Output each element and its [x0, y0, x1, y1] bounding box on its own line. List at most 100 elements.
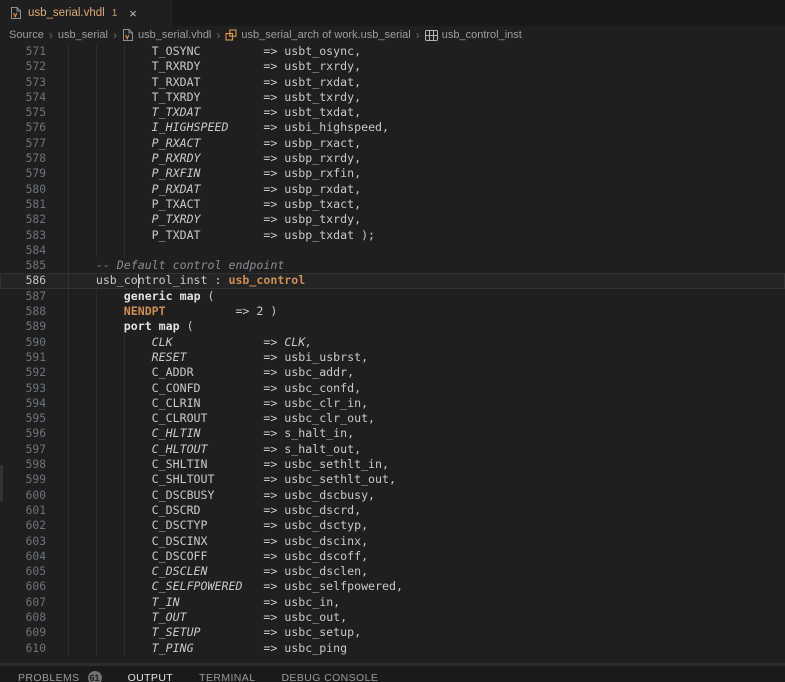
code-line[interactable]: 588 NENDPT => 2 ) [0, 304, 785, 319]
code-line[interactable]: 606 C_SELFPOWERED => usbc_selfpowered, [0, 579, 785, 594]
code-text: P_TXDAT => usbp_txdat ); [40, 228, 375, 243]
breadcrumb-item-usb-serial[interactable]: usb_serial [58, 29, 108, 41]
chevron-right-icon: › [411, 28, 425, 42]
code-line[interactable]: 604 C_DSCOFF => usbc_dscoff, [0, 549, 785, 564]
breadcrumb-label: Source [9, 29, 44, 41]
code-text: C_DSCINX => usbc_dscinx, [40, 534, 368, 549]
code-line[interactable]: 575 T_TXDAT => usbt_txdat, [0, 105, 785, 120]
code-line[interactable]: 605 C_DSCLEN => usbc_dsclen, [0, 564, 785, 579]
code-text: RESET => usbi_usbrst, [40, 350, 368, 365]
breadcrumb-item-source[interactable]: Source [9, 29, 44, 41]
code-text: P_RXACT => usbp_rxact, [40, 136, 361, 151]
breadcrumb-item-usb-serial-arch-of-work-usb-serial[interactable]: usb_serial_arch of work.usb_serial [225, 29, 410, 41]
code-text: T_PING => usbc_ping [40, 641, 347, 656]
code-text: usb_control_inst : usb_control [40, 273, 305, 288]
code-line[interactable]: 578 P_RXRDY => usbp_rxrdy, [0, 151, 785, 166]
code-text: CLK => CLK, [40, 335, 312, 350]
code-line[interactable]: 590 CLK => CLK, [0, 335, 785, 350]
code-line[interactable]: 596 C_HLTIN => s_halt_in, [0, 426, 785, 441]
panel-tab-output[interactable]: OUTPUT [128, 670, 174, 682]
instance-icon [425, 30, 438, 41]
text-cursor [138, 274, 140, 288]
code-line[interactable]: 587 generic map ( [0, 289, 785, 304]
panel-tab-label: TERMINAL [199, 672, 255, 682]
code-text: T_SETUP => usbc_setup, [40, 625, 361, 640]
code-line[interactable]: 601 C_DSCRD => usbc_dscrd, [0, 503, 785, 518]
code-text: -- Default control endpoint [40, 258, 284, 273]
code-line[interactable]: 573 T_RXDAT => usbt_rxdat, [0, 75, 785, 90]
tab-usb-serial-vhdl[interactable]: usb_serial.vhdl 1 × [0, 0, 172, 26]
code-line[interactable]: 592 C_ADDR => usbc_addr, [0, 365, 785, 380]
breadcrumb-label: usb_serial [58, 29, 108, 41]
code-line[interactable]: 572 T_RXRDY => usbt_rxrdy, [0, 59, 785, 74]
code-text: T_RXRDY => usbt_rxrdy, [40, 59, 361, 74]
code-line[interactable]: 582 P_TXRDY => usbp_txrdy, [0, 212, 785, 227]
code-text: C_CLRIN => usbc_clr_in, [40, 396, 368, 411]
code-line[interactable]: 598 C_SHLTIN => usbc_sethlt_in, [0, 457, 785, 472]
code-text: P_RXRDY => usbp_rxrdy, [40, 151, 361, 166]
breadcrumb-label: usb_control_inst [442, 29, 522, 41]
code-text: T_IN => usbc_in, [40, 595, 340, 610]
panel-tab-label: PROBLEMS [18, 672, 80, 682]
line-number[interactable]: 584 [0, 243, 46, 258]
code-text: C_HLTOUT => s_halt_out, [40, 442, 361, 457]
vhdl-file-icon [10, 6, 22, 20]
problems-count-badge: 61 [88, 671, 102, 682]
chevron-right-icon: › [44, 28, 58, 42]
code-line[interactable]: 581 P_TXACT => usbp_txact, [0, 197, 785, 212]
chevron-right-icon: › [211, 28, 225, 42]
code-text: I_HIGHSPEED => usbi_highspeed, [40, 120, 389, 135]
breadcrumb-item-usb-serial-vhdl[interactable]: usb_serial.vhdl [122, 28, 211, 42]
panel-tab-problems[interactable]: PROBLEMS 61 [18, 670, 102, 682]
code-line[interactable]: 584 [0, 243, 785, 258]
code-line[interactable]: 585 -- Default control endpoint [0, 258, 785, 273]
code-line[interactable]: 577 P_RXACT => usbp_rxact, [0, 136, 785, 151]
breadcrumb-item-usb-control-inst[interactable]: usb_control_inst [425, 29, 522, 41]
code-line[interactable]: 593 C_CONFD => usbc_confd, [0, 381, 785, 396]
code-text: T_OSYNC => usbt_osync, [40, 44, 361, 59]
code-line[interactable]: 594 C_CLRIN => usbc_clr_in, [0, 396, 785, 411]
code-line[interactable]: 603 C_DSCINX => usbc_dscinx, [0, 534, 785, 549]
code-line[interactable]: 579 P_RXFIN => usbp_rxfin, [0, 166, 785, 181]
code-text: P_RXFIN => usbp_rxfin, [40, 166, 361, 181]
code-line[interactable]: 610 T_PING => usbc_ping [0, 641, 785, 656]
code-text: C_ADDR => usbc_addr, [40, 365, 354, 380]
breadcrumb-label: usb_serial.vhdl [138, 29, 211, 41]
code-area: 571 T_OSYNC => usbt_osync,572 T_RXRDY =>… [0, 44, 785, 656]
code-text: port map ( [40, 319, 194, 334]
panel-tab-bar: PROBLEMS 61 OUTPUT TERMINAL DEBUG CONSOLE [0, 666, 785, 682]
code-line[interactable]: 597 C_HLTOUT => s_halt_out, [0, 442, 785, 457]
code-text: T_TXRDY => usbt_txrdy, [40, 90, 361, 105]
code-text: C_DSCBUSY => usbc_dscbusy, [40, 488, 375, 503]
code-line[interactable]: 589 port map ( [0, 319, 785, 334]
code-line[interactable]: 600 C_DSCBUSY => usbc_dscbusy, [0, 488, 785, 503]
code-text: C_HLTIN => s_halt_in, [40, 426, 354, 441]
code-text: T_RXDAT => usbt_rxdat, [40, 75, 361, 90]
vhdl-file-icon [122, 28, 134, 42]
code-line[interactable]: 574 T_TXRDY => usbt_txrdy, [0, 90, 785, 105]
chevron-right-icon: › [108, 28, 122, 42]
breadcrumb: Source›usb_serial›usb_serial.vhdl›usb_se… [0, 26, 785, 44]
panel-tab-terminal[interactable]: TERMINAL [199, 670, 255, 682]
panel-tab-debug-console[interactable]: DEBUG CONSOLE [281, 670, 378, 682]
code-line[interactable]: 583 P_TXDAT => usbp_txdat ); [0, 228, 785, 243]
code-text: C_DSCRD => usbc_dscrd, [40, 503, 361, 518]
code-line[interactable]: 595 C_CLROUT => usbc_clr_out, [0, 411, 785, 426]
code-text: P_TXRDY => usbp_txrdy, [40, 212, 361, 227]
code-line[interactable]: 580 P_RXDAT => usbp_rxdat, [0, 182, 785, 197]
close-icon[interactable]: × [129, 7, 137, 20]
code-line[interactable]: 586 usb_control_inst : usb_control [0, 273, 785, 288]
code-text: C_DSCOFF => usbc_dscoff, [40, 549, 368, 564]
code-text: C_SHLTOUT => usbc_sethlt_out, [40, 472, 396, 487]
code-line[interactable]: 609 T_SETUP => usbc_setup, [0, 625, 785, 640]
code-line[interactable]: 571 T_OSYNC => usbt_osync, [0, 44, 785, 59]
code-line[interactable]: 608 T_OUT => usbc_out, [0, 610, 785, 625]
code-line[interactable]: 607 T_IN => usbc_in, [0, 595, 785, 610]
code-line[interactable]: 602 C_DSCTYP => usbc_dsctyp, [0, 518, 785, 533]
indent-guide [124, 243, 125, 258]
code-line[interactable]: 576 I_HIGHSPEED => usbi_highspeed, [0, 120, 785, 135]
code-text: P_RXDAT => usbp_rxdat, [40, 182, 361, 197]
code-line[interactable]: 599 C_SHLTOUT => usbc_sethlt_out, [0, 472, 785, 487]
panel-tab-label: DEBUG CONSOLE [281, 672, 378, 682]
code-line[interactable]: 591 RESET => usbi_usbrst, [0, 350, 785, 365]
